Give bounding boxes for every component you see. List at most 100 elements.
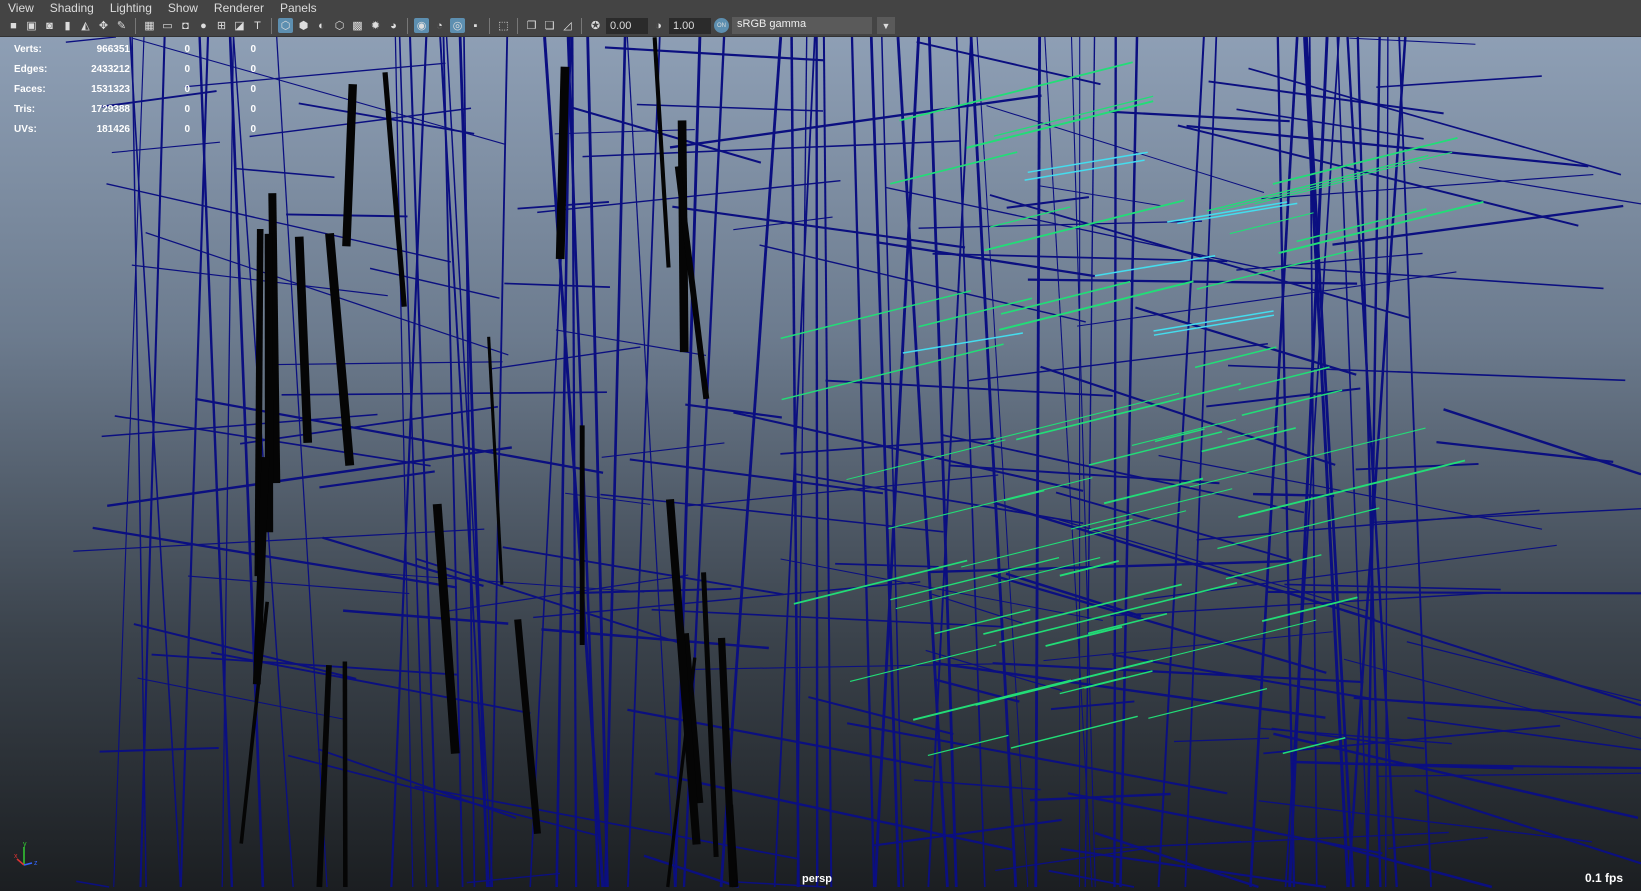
default-material-icon[interactable]: ◐ bbox=[314, 18, 329, 33]
wire-edge bbox=[1157, 37, 1205, 888]
wire-edge bbox=[1153, 310, 1274, 332]
xray-joints-icon[interactable]: ◿ bbox=[560, 18, 575, 33]
wire-edge bbox=[600, 493, 944, 533]
wire-edge bbox=[1353, 696, 1641, 719]
gamma-field[interactable] bbox=[669, 17, 711, 34]
grid-icon[interactable]: ▦ bbox=[142, 18, 157, 33]
xray-icon[interactable]: ❐ bbox=[524, 18, 539, 33]
wire-edge bbox=[554, 128, 695, 135]
wireframe-icon[interactable]: ⬡ bbox=[278, 18, 293, 33]
stat-value: 2433212 bbox=[91, 63, 130, 75]
wire-edge bbox=[343, 609, 509, 625]
select-camera-icon[interactable]: ■ bbox=[6, 18, 21, 33]
wire-edge bbox=[733, 411, 1084, 492]
wire-edge bbox=[931, 593, 1024, 624]
exposure-icon[interactable]: ✪ bbox=[588, 18, 603, 33]
wire-edge bbox=[1349, 37, 1476, 45]
wire-edge bbox=[1267, 590, 1641, 595]
menu-shading[interactable]: Shading bbox=[50, 1, 94, 15]
shadows-icon[interactable]: ◕ bbox=[386, 18, 401, 33]
gate-mask-icon[interactable]: ● bbox=[196, 18, 211, 33]
menu-lighting[interactable]: Lighting bbox=[110, 1, 152, 15]
heads-up-poly-count: Verts: 966351 0 0 Edges: 2433212 0 0 Faces: 153… bbox=[14, 39, 256, 139]
depth-of-field-icon[interactable]: ▪ bbox=[468, 18, 483, 33]
bookmark-icon[interactable]: ▮ bbox=[60, 18, 75, 33]
axis-x-label: x bbox=[14, 853, 18, 860]
stat-label: Tris: bbox=[14, 103, 36, 115]
wire-edge bbox=[1284, 583, 1501, 591]
screen-space-ao-icon[interactable]: ◉ bbox=[414, 18, 429, 33]
wire-edge bbox=[1406, 641, 1641, 702]
lights-icon[interactable]: ✹ bbox=[368, 18, 383, 33]
exposure-field[interactable] bbox=[606, 17, 648, 34]
wireframe-on-shaded-icon[interactable]: ⬡ bbox=[332, 18, 347, 33]
wire-edge bbox=[1084, 37, 1096, 888]
wire-edge bbox=[654, 772, 1012, 851]
2d-pan-zoom-icon[interactable]: ✥ bbox=[96, 18, 111, 33]
wire-edge bbox=[629, 458, 884, 495]
menu-renderer[interactable]: Renderer bbox=[214, 1, 264, 15]
textured-icon[interactable]: ▩ bbox=[350, 18, 365, 33]
safe-title-icon[interactable]: T bbox=[250, 18, 265, 33]
wire-edge bbox=[1050, 700, 1135, 711]
wire-edge bbox=[896, 37, 949, 888]
field-chart-icon[interactable]: ⊞ bbox=[214, 18, 229, 33]
divider bbox=[581, 17, 582, 34]
wire-edge bbox=[129, 37, 182, 888]
xray-active-icon[interactable]: ❏ bbox=[542, 18, 557, 33]
chevron-down-icon[interactable]: ▼ bbox=[877, 17, 895, 34]
wire-edge bbox=[685, 403, 782, 419]
film-gate-icon[interactable]: ▭ bbox=[160, 18, 175, 33]
wire-edge bbox=[1039, 185, 1161, 207]
camera-settings-icon[interactable]: ◙ bbox=[42, 18, 57, 33]
wire-edge bbox=[1283, 266, 1604, 290]
wire-edge bbox=[1167, 201, 1288, 223]
menu-panels[interactable]: Panels bbox=[280, 1, 317, 15]
wire-edge bbox=[365, 572, 645, 593]
multisample-aa-icon[interactable]: ◎ bbox=[450, 18, 465, 33]
gamma-icon[interactable]: ◑ bbox=[651, 18, 666, 33]
wire-edge bbox=[850, 37, 876, 888]
3d-viewport[interactable]: Verts: 966351 0 0 Edges: 2433212 0 0 Faces: 153… bbox=[0, 37, 1641, 891]
stat-row: Verts: 966351 0 0 bbox=[14, 39, 256, 59]
safe-action-icon[interactable]: ◪ bbox=[232, 18, 247, 33]
grease-pencil-icon[interactable]: ✎ bbox=[114, 18, 129, 33]
image-plane-icon[interactable]: ◭ bbox=[78, 18, 93, 33]
wire-edge bbox=[967, 343, 1268, 382]
wire-edge bbox=[976, 37, 1029, 888]
color-management-toggle[interactable]: ON bbox=[714, 18, 729, 33]
wire-edge bbox=[993, 501, 1376, 622]
wire-edge bbox=[1436, 441, 1614, 464]
isolate-select-icon[interactable]: ⬚ bbox=[496, 18, 511, 33]
wire-edge bbox=[1173, 737, 1269, 743]
stat-value: 966351 bbox=[96, 43, 130, 55]
wire-edge bbox=[685, 663, 993, 671]
wire-edge bbox=[876, 241, 1095, 278]
divider bbox=[489, 17, 490, 34]
wire-edge bbox=[988, 392, 1180, 442]
menu-show[interactable]: Show bbox=[168, 1, 198, 15]
stat-component: 0 bbox=[250, 63, 256, 75]
wire-edge bbox=[1225, 554, 1322, 580]
stat-label: UVs: bbox=[14, 123, 37, 135]
wire-edge bbox=[999, 582, 1238, 644]
menu-view[interactable]: View bbox=[8, 1, 34, 15]
wire-edge bbox=[287, 754, 599, 837]
wire-edge bbox=[1005, 572, 1142, 618]
wire-edge bbox=[995, 847, 1147, 872]
wire-edge bbox=[636, 103, 824, 112]
camera-attributes-icon[interactable]: ▣ bbox=[24, 18, 39, 33]
wire-edge bbox=[281, 391, 607, 396]
wire-edge bbox=[1377, 772, 1641, 777]
wire-edge bbox=[1273, 732, 1639, 819]
stat-row: Edges: 2433212 0 0 bbox=[14, 59, 256, 79]
wire-edge bbox=[139, 37, 166, 888]
resolution-gate-icon[interactable]: ◘ bbox=[178, 18, 193, 33]
view-transform-select[interactable]: sRGB gamma bbox=[732, 17, 872, 34]
wire-edge bbox=[1373, 508, 1641, 524]
motion-blur-icon[interactable]: ◔ bbox=[432, 18, 447, 33]
stat-label: Edges: bbox=[14, 63, 48, 75]
wire-edge bbox=[1407, 717, 1641, 751]
smooth-shade-icon[interactable]: ⬢ bbox=[296, 18, 311, 33]
wire-edge bbox=[701, 572, 719, 858]
